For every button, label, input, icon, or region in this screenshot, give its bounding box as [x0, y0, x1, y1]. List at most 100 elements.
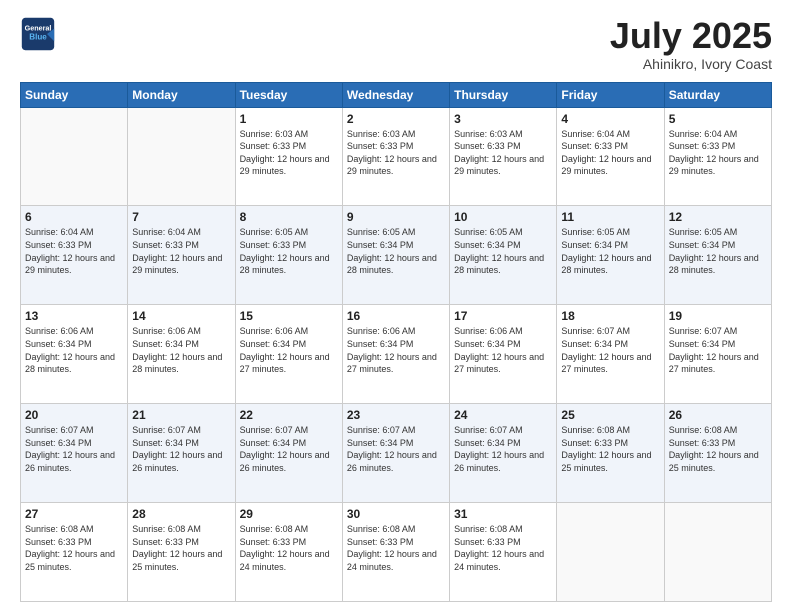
- day-number: 30: [347, 507, 445, 521]
- calendar-cell: 25Sunrise: 6:08 AM Sunset: 6:33 PM Dayli…: [557, 404, 664, 503]
- calendar-week-5: 27 Sunrise: 6:08 AM Sunset: 6:33 PM Dayli…: [21, 503, 772, 602]
- day-number: 22: [240, 408, 338, 422]
- calendar-cell: 18 Sunrise: 6:07 AM Sunset: 6:34 PM Dayli…: [557, 305, 664, 404]
- weekday-header-thursday: Thursday: [450, 82, 557, 107]
- weekday-header-wednesday: Wednesday: [342, 82, 449, 107]
- calendar-cell: 1Sunrise: 6:03 AM Sunset: 6:33 PM Daylig…: [235, 107, 342, 206]
- day-number: 15: [240, 309, 338, 323]
- day-info: Sunrise: 6:07 AM Sunset: 6:34 PM Dayligh…: [25, 424, 123, 474]
- day-number: 11: [561, 210, 659, 224]
- calendar-cell: 12Sunrise: 6:05 AM Sunset: 6:34 PM Dayli…: [664, 206, 771, 305]
- header: General Blue July 2025 Ahinikro, Ivory C…: [20, 16, 772, 72]
- day-info: Sunrise: 6:08 AM Sunset: 6:33 PM Dayligh…: [561, 424, 659, 474]
- day-number: 13: [25, 309, 123, 323]
- day-number: 17: [454, 309, 552, 323]
- calendar-cell: 7Sunrise: 6:04 AM Sunset: 6:33 PM Daylig…: [128, 206, 235, 305]
- day-info: Sunrise: 6:08 AM Sunset: 6:33 PM Dayligh…: [240, 523, 338, 573]
- day-number: 23: [347, 408, 445, 422]
- calendar-week-1: 1Sunrise: 6:03 AM Sunset: 6:33 PM Daylig…: [21, 107, 772, 206]
- calendar-cell: 31Sunrise: 6:08 AM Sunset: 6:33 PM Dayli…: [450, 503, 557, 602]
- weekday-header-saturday: Saturday: [664, 82, 771, 107]
- calendar-cell: 17 Sunrise: 6:06 AM Sunset: 6:34 PM Dayli…: [450, 305, 557, 404]
- day-number: 28: [132, 507, 230, 521]
- day-info: Sunrise: 6:06 AM Sunset: 6:34 PM Dayligh…: [347, 325, 445, 375]
- calendar-cell: 14 Sunrise: 6:06 AM Sunset: 6:34 PM Dayli…: [128, 305, 235, 404]
- day-info: Sunrise: 6:07 AM Sunset: 6:34 PM Dayligh…: [240, 424, 338, 474]
- day-info: Sunrise: 6:07 AM Sunset: 6:34 PM Dayligh…: [347, 424, 445, 474]
- day-info: Sunrise: 6:05 AM Sunset: 6:34 PM Dayligh…: [561, 226, 659, 276]
- calendar-cell: 19Sunrise: 6:07 AM Sunset: 6:34 PM Dayli…: [664, 305, 771, 404]
- calendar-cell: [128, 107, 235, 206]
- day-info: Sunrise: 6:06 AM Sunset: 6:34 PM Dayligh…: [454, 325, 552, 375]
- day-number: 10: [454, 210, 552, 224]
- calendar-cell: [557, 503, 664, 602]
- logo-icon: General Blue: [20, 16, 56, 52]
- day-info: Sunrise: 6:08 AM Sunset: 6:33 PM Dayligh…: [132, 523, 230, 573]
- calendar-cell: 30 Sunrise: 6:08 AM Sunset: 6:33 PM Dayli…: [342, 503, 449, 602]
- calendar-cell: 24 Sunrise: 6:07 AM Sunset: 6:34 PM Dayli…: [450, 404, 557, 503]
- calendar-cell: [664, 503, 771, 602]
- day-info: Sunrise: 6:07 AM Sunset: 6:34 PM Dayligh…: [132, 424, 230, 474]
- calendar-cell: 2 Sunrise: 6:03 AM Sunset: 6:33 PM Daylig…: [342, 107, 449, 206]
- calendar-cell: 6Sunrise: 6:04 AM Sunset: 6:33 PM Daylig…: [21, 206, 128, 305]
- calendar-table: SundayMondayTuesdayWednesdayThursdayFrid…: [20, 82, 772, 602]
- day-info: Sunrise: 6:06 AM Sunset: 6:34 PM Dayligh…: [25, 325, 123, 375]
- day-number: 2: [347, 112, 445, 126]
- day-info: Sunrise: 6:04 AM Sunset: 6:33 PM Dayligh…: [669, 128, 767, 178]
- day-number: 6: [25, 210, 123, 224]
- day-info: Sunrise: 6:05 AM Sunset: 6:33 PM Dayligh…: [240, 226, 338, 276]
- logo: General Blue: [20, 16, 56, 52]
- day-info: Sunrise: 6:03 AM Sunset: 6:33 PM Dayligh…: [347, 128, 445, 178]
- calendar-cell: 27Sunrise: 6:08 AM Sunset: 6:33 PM Dayli…: [21, 503, 128, 602]
- day-info: Sunrise: 6:04 AM Sunset: 6:33 PM Dayligh…: [561, 128, 659, 178]
- day-info: Sunrise: 6:05 AM Sunset: 6:34 PM Dayligh…: [347, 226, 445, 276]
- day-number: 21: [132, 408, 230, 422]
- day-info: Sunrise: 6:08 AM Sunset: 6:33 PM Dayligh…: [347, 523, 445, 573]
- day-info: Sunrise: 6:04 AM Sunset: 6:33 PM Dayligh…: [132, 226, 230, 276]
- calendar-cell: 23 Sunrise: 6:07 AM Sunset: 6:34 PM Dayli…: [342, 404, 449, 503]
- calendar-week-3: 13 Sunrise: 6:06 AM Sunset: 6:34 PM Dayli…: [21, 305, 772, 404]
- calendar-cell: 21 Sunrise: 6:07 AM Sunset: 6:34 PM Dayli…: [128, 404, 235, 503]
- day-info: Sunrise: 6:06 AM Sunset: 6:34 PM Dayligh…: [240, 325, 338, 375]
- calendar-cell: 13 Sunrise: 6:06 AM Sunset: 6:34 PM Dayli…: [21, 305, 128, 404]
- day-number: 24: [454, 408, 552, 422]
- day-number: 18: [561, 309, 659, 323]
- day-number: 31: [454, 507, 552, 521]
- day-number: 4: [561, 112, 659, 126]
- day-number: 26: [669, 408, 767, 422]
- day-number: 20: [25, 408, 123, 422]
- day-number: 16: [347, 309, 445, 323]
- weekday-header-friday: Friday: [557, 82, 664, 107]
- day-info: Sunrise: 6:05 AM Sunset: 6:34 PM Dayligh…: [454, 226, 552, 276]
- day-info: Sunrise: 6:03 AM Sunset: 6:33 PM Dayligh…: [240, 128, 338, 178]
- day-info: Sunrise: 6:07 AM Sunset: 6:34 PM Dayligh…: [669, 325, 767, 375]
- weekday-header-row: SundayMondayTuesdayWednesdayThursdayFrid…: [21, 82, 772, 107]
- day-info: Sunrise: 6:07 AM Sunset: 6:34 PM Dayligh…: [561, 325, 659, 375]
- day-number: 3: [454, 112, 552, 126]
- calendar-cell: [21, 107, 128, 206]
- day-info: Sunrise: 6:08 AM Sunset: 6:33 PM Dayligh…: [669, 424, 767, 474]
- calendar-cell: 5Sunrise: 6:04 AM Sunset: 6:33 PM Daylig…: [664, 107, 771, 206]
- day-number: 29: [240, 507, 338, 521]
- svg-text:General: General: [25, 23, 52, 32]
- subtitle: Ahinikro, Ivory Coast: [610, 56, 772, 72]
- calendar-cell: 4 Sunrise: 6:04 AM Sunset: 6:33 PM Daylig…: [557, 107, 664, 206]
- calendar-cell: 22 Sunrise: 6:07 AM Sunset: 6:34 PM Dayli…: [235, 404, 342, 503]
- day-info: Sunrise: 6:07 AM Sunset: 6:34 PM Dayligh…: [454, 424, 552, 474]
- calendar-cell: 11 Sunrise: 6:05 AM Sunset: 6:34 PM Dayli…: [557, 206, 664, 305]
- day-number: 14: [132, 309, 230, 323]
- day-number: 27: [25, 507, 123, 521]
- calendar-cell: 26 Sunrise: 6:08 AM Sunset: 6:33 PM Dayli…: [664, 404, 771, 503]
- main-title: July 2025: [610, 16, 772, 56]
- calendar-cell: 20 Sunrise: 6:07 AM Sunset: 6:34 PM Dayli…: [21, 404, 128, 503]
- day-number: 12: [669, 210, 767, 224]
- calendar-cell: 29 Sunrise: 6:08 AM Sunset: 6:33 PM Dayli…: [235, 503, 342, 602]
- calendar-cell: 28 Sunrise: 6:08 AM Sunset: 6:33 PM Dayli…: [128, 503, 235, 602]
- day-info: Sunrise: 6:06 AM Sunset: 6:34 PM Dayligh…: [132, 325, 230, 375]
- svg-text:Blue: Blue: [29, 32, 47, 41]
- calendar-cell: 10 Sunrise: 6:05 AM Sunset: 6:34 PM Dayli…: [450, 206, 557, 305]
- weekday-header-sunday: Sunday: [21, 82, 128, 107]
- page: General Blue July 2025 Ahinikro, Ivory C…: [0, 0, 792, 612]
- calendar-week-4: 20 Sunrise: 6:07 AM Sunset: 6:34 PM Dayli…: [21, 404, 772, 503]
- title-block: July 2025 Ahinikro, Ivory Coast: [610, 16, 772, 72]
